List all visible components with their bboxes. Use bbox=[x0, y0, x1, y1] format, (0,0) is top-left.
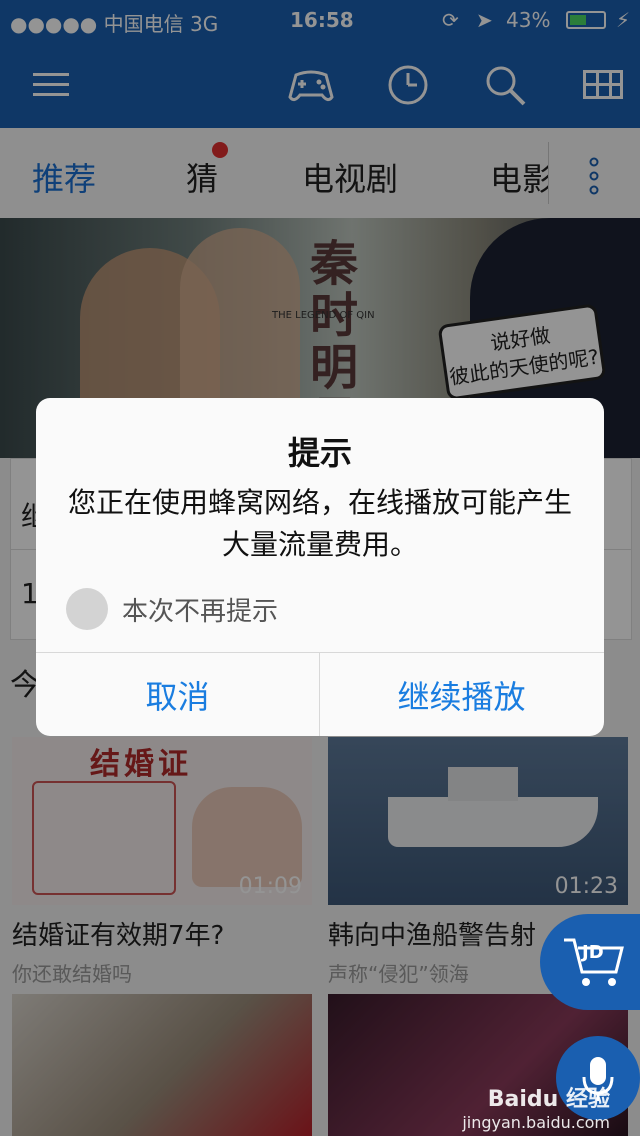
dialog-title: 提示 bbox=[287, 434, 352, 472]
watermark-url: jingyan.baidu.com bbox=[462, 1113, 610, 1132]
watermark-brand: Baidu 经验 bbox=[487, 1087, 610, 1112]
checkbox-circle-icon[interactable] bbox=[66, 588, 108, 630]
checkbox-label: 本次不再提示 bbox=[122, 596, 279, 627]
watermark: Baidu 经验 jingyan.baidu.com bbox=[462, 1081, 610, 1132]
dialog-buttons: 取消 继续播放 bbox=[36, 652, 604, 736]
jd-shop-button[interactable]: JD bbox=[540, 914, 640, 1010]
jd-label: JD bbox=[582, 942, 604, 963]
dont-remind-checkbox[interactable]: 本次不再提示 bbox=[66, 588, 278, 630]
continue-play-button[interactable]: 继续播放 bbox=[320, 653, 603, 736]
dialog-message: 您正在使用蜂窝网络，在线播放可能产生大量流量费用。 bbox=[67, 486, 572, 561]
cancel-button[interactable]: 取消 bbox=[36, 653, 319, 736]
cellular-warning-dialog: 提示 您正在使用蜂窝网络，在线播放可能产生大量流量费用。 本次不再提示 取消 继… bbox=[36, 398, 604, 736]
